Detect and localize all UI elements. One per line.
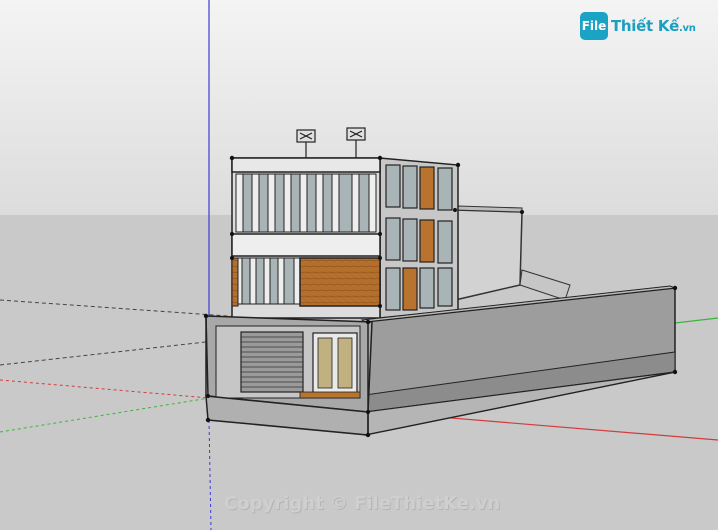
sketchup-viewport[interactable] xyxy=(0,0,718,530)
wood-cladding xyxy=(299,257,381,307)
floor-band xyxy=(231,233,381,257)
entrance-floor xyxy=(299,391,361,399)
door-glass xyxy=(317,337,333,389)
copyright-watermark: Copyright © FileThietKe.vn xyxy=(224,493,501,514)
logo-text: Thiết Kế.vn xyxy=(611,17,696,35)
filethietke-logo: File Thiết Kế.vn xyxy=(580,12,696,40)
logo-mark: File xyxy=(580,12,608,40)
wood-cladding-left xyxy=(231,257,239,307)
rear-block xyxy=(454,209,523,301)
upper-columns xyxy=(235,173,377,233)
door-glass xyxy=(337,337,353,389)
roof-band xyxy=(231,157,381,173)
